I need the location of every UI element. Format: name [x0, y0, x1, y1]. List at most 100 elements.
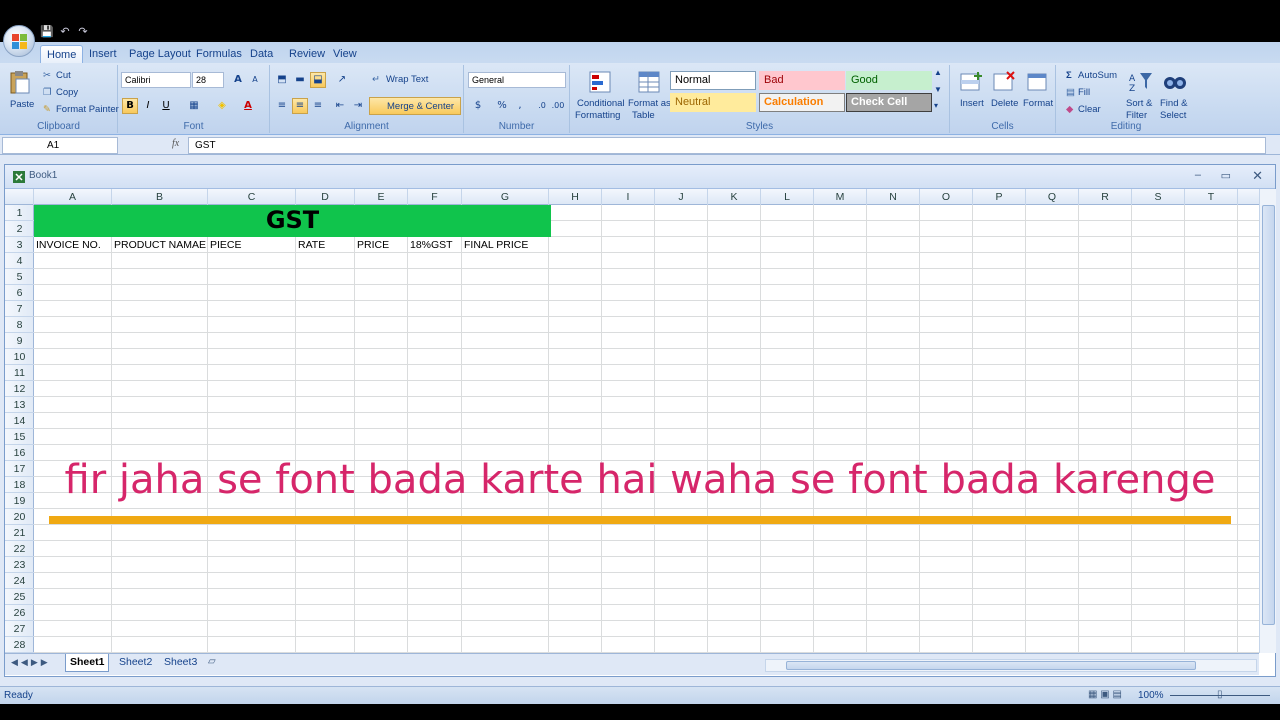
- header-cell[interactable]: INVOICE NO.: [34, 238, 112, 254]
- office-button[interactable]: [3, 25, 35, 57]
- column-header-q[interactable]: Q: [1026, 189, 1079, 205]
- column-header-b[interactable]: B: [112, 189, 208, 205]
- insert-cells-button[interactable]: Insert: [960, 98, 984, 109]
- gallery-down-icon[interactable]: ▼: [934, 85, 942, 94]
- view-buttons-icon[interactable]: ▦ ▣ ▤: [1088, 689, 1122, 700]
- column-header-o[interactable]: O: [920, 189, 973, 205]
- fill-button[interactable]: Fill: [1078, 87, 1090, 98]
- horizontal-scrollbar[interactable]: [765, 659, 1257, 672]
- header-cell[interactable]: PIECE: [208, 238, 296, 254]
- column-header-n[interactable]: N: [867, 189, 920, 205]
- restore-icon[interactable]: ▭: [1221, 169, 1231, 182]
- font-name-select[interactable]: Calibri: [121, 72, 191, 88]
- sort-filter-label-2[interactable]: Filter: [1126, 110, 1147, 121]
- merged-title-cell[interactable]: GST: [34, 205, 551, 237]
- row-header-9[interactable]: 9: [5, 333, 34, 349]
- header-cell[interactable]: 18%GST: [408, 238, 462, 254]
- cell-style-neutral[interactable]: Neutral: [670, 93, 756, 112]
- row-header-6[interactable]: 6: [5, 285, 34, 301]
- row-header-15[interactable]: 15: [5, 429, 34, 445]
- format-painter-button[interactable]: Format Painter: [56, 104, 119, 115]
- insert-sheet-icon[interactable]: ▱: [208, 656, 216, 667]
- row-header-4[interactable]: 4: [5, 253, 34, 269]
- tab-data[interactable]: Data: [244, 45, 279, 64]
- tab-home[interactable]: Home: [40, 45, 84, 64]
- cell-style-normal[interactable]: Normal: [670, 71, 756, 90]
- redo-icon[interactable]: ↷: [76, 25, 90, 39]
- paste-button-label[interactable]: Paste: [10, 99, 34, 110]
- format-as-table-label-2[interactable]: Table: [632, 110, 655, 121]
- find-select-label-2[interactable]: Select: [1160, 110, 1186, 121]
- font-color-button[interactable]: A: [240, 98, 256, 114]
- column-header-j[interactable]: J: [655, 189, 708, 205]
- decrease-indent-icon[interactable]: ⇤: [332, 98, 348, 114]
- column-header-g[interactable]: G: [462, 189, 549, 205]
- conditional-formatting-label[interactable]: Conditional: [577, 98, 625, 109]
- grow-font-button[interactable]: A: [230, 72, 246, 88]
- row-header-14[interactable]: 14: [5, 413, 34, 429]
- tab-formulas[interactable]: Formulas: [190, 45, 248, 64]
- header-cell[interactable]: PRICE: [355, 238, 408, 254]
- sheet-tab-sheet3[interactable]: Sheet3: [160, 654, 201, 672]
- row-header-2[interactable]: 2: [5, 221, 34, 237]
- gallery-up-icon[interactable]: ▲: [934, 68, 942, 77]
- bold-button[interactable]: B: [122, 98, 138, 114]
- column-header-m[interactable]: M: [814, 189, 867, 205]
- column-header-p[interactable]: P: [973, 189, 1026, 205]
- tab-review[interactable]: Review: [283, 45, 331, 64]
- row-header-7[interactable]: 7: [5, 301, 34, 317]
- top-align-icon[interactable]: ⬒: [274, 72, 290, 88]
- row-header-26[interactable]: 26: [5, 605, 34, 621]
- increase-decimal-icon[interactable]: .0: [534, 98, 550, 114]
- formula-input[interactable]: GST: [188, 137, 1266, 154]
- copy-button[interactable]: Copy: [56, 87, 78, 98]
- sheet-tab-sheet1[interactable]: Sheet1: [65, 654, 110, 672]
- row-header-8[interactable]: 8: [5, 317, 34, 333]
- vertical-scrollbar[interactable]: [1259, 189, 1276, 653]
- save-icon[interactable]: 💾: [40, 25, 54, 39]
- column-header-k[interactable]: K: [708, 189, 761, 205]
- borders-icon[interactable]: ▦: [186, 98, 202, 114]
- paste-icon[interactable]: [6, 69, 32, 95]
- name-box[interactable]: A1: [2, 137, 118, 154]
- tab-view[interactable]: View: [327, 45, 363, 64]
- column-header-r[interactable]: R: [1079, 189, 1132, 205]
- cell-style-bad[interactable]: Bad: [759, 71, 845, 90]
- column-header-d[interactable]: D: [296, 189, 355, 205]
- bottom-align-icon[interactable]: ⬓: [310, 72, 326, 88]
- clear-button[interactable]: Clear: [1078, 104, 1101, 115]
- find-select-label[interactable]: Find &: [1160, 98, 1187, 109]
- minimize-icon[interactable]: ‒: [1195, 169, 1201, 181]
- cell-style-calculation[interactable]: Calculation: [759, 93, 845, 112]
- row-header-1[interactable]: 1: [5, 205, 34, 221]
- conditional-formatting-label-2[interactable]: Formatting: [575, 110, 620, 121]
- insert-cells-icon[interactable]: [958, 69, 984, 95]
- row-header-24[interactable]: 24: [5, 573, 34, 589]
- percent-button[interactable]: %: [494, 98, 510, 114]
- align-right-icon[interactable]: ≡: [310, 98, 326, 114]
- zoom-slider-thumb[interactable]: ▯: [1217, 689, 1223, 700]
- row-header-13[interactable]: 13: [5, 397, 34, 413]
- underline-button[interactable]: U: [158, 98, 174, 114]
- tab-page-layout[interactable]: Page Layout: [123, 45, 197, 64]
- column-header-l[interactable]: L: [761, 189, 814, 205]
- wrap-text-button[interactable]: Wrap Text: [386, 74, 428, 85]
- zoom-level[interactable]: 100%: [1138, 690, 1164, 701]
- cell-style-good[interactable]: Good: [846, 71, 932, 90]
- orientation-icon[interactable]: ↗: [334, 72, 350, 88]
- increase-indent-icon[interactable]: ⇥: [350, 98, 366, 114]
- cell-grid[interactable]: GST INVOICE NO. PRODUCT NAMAE PIECE RATE PRI…: [34, 205, 1259, 653]
- row-header-28[interactable]: 28: [5, 637, 34, 653]
- gallery-more-icon[interactable]: ▾: [934, 101, 938, 110]
- row-header-21[interactable]: 21: [5, 525, 34, 541]
- decrease-decimal-icon[interactable]: .00: [550, 98, 566, 114]
- row-header-23[interactable]: 23: [5, 557, 34, 573]
- italic-button[interactable]: I: [140, 98, 156, 114]
- cell-style-check-cell[interactable]: Check Cell: [846, 93, 932, 112]
- column-header-t[interactable]: T: [1185, 189, 1238, 205]
- row-header-3[interactable]: 3: [5, 237, 34, 253]
- number-format-select[interactable]: General: [468, 72, 566, 88]
- shrink-font-button[interactable]: A: [247, 72, 263, 88]
- cut-button[interactable]: Cut: [56, 70, 71, 81]
- column-header-s[interactable]: S: [1132, 189, 1185, 205]
